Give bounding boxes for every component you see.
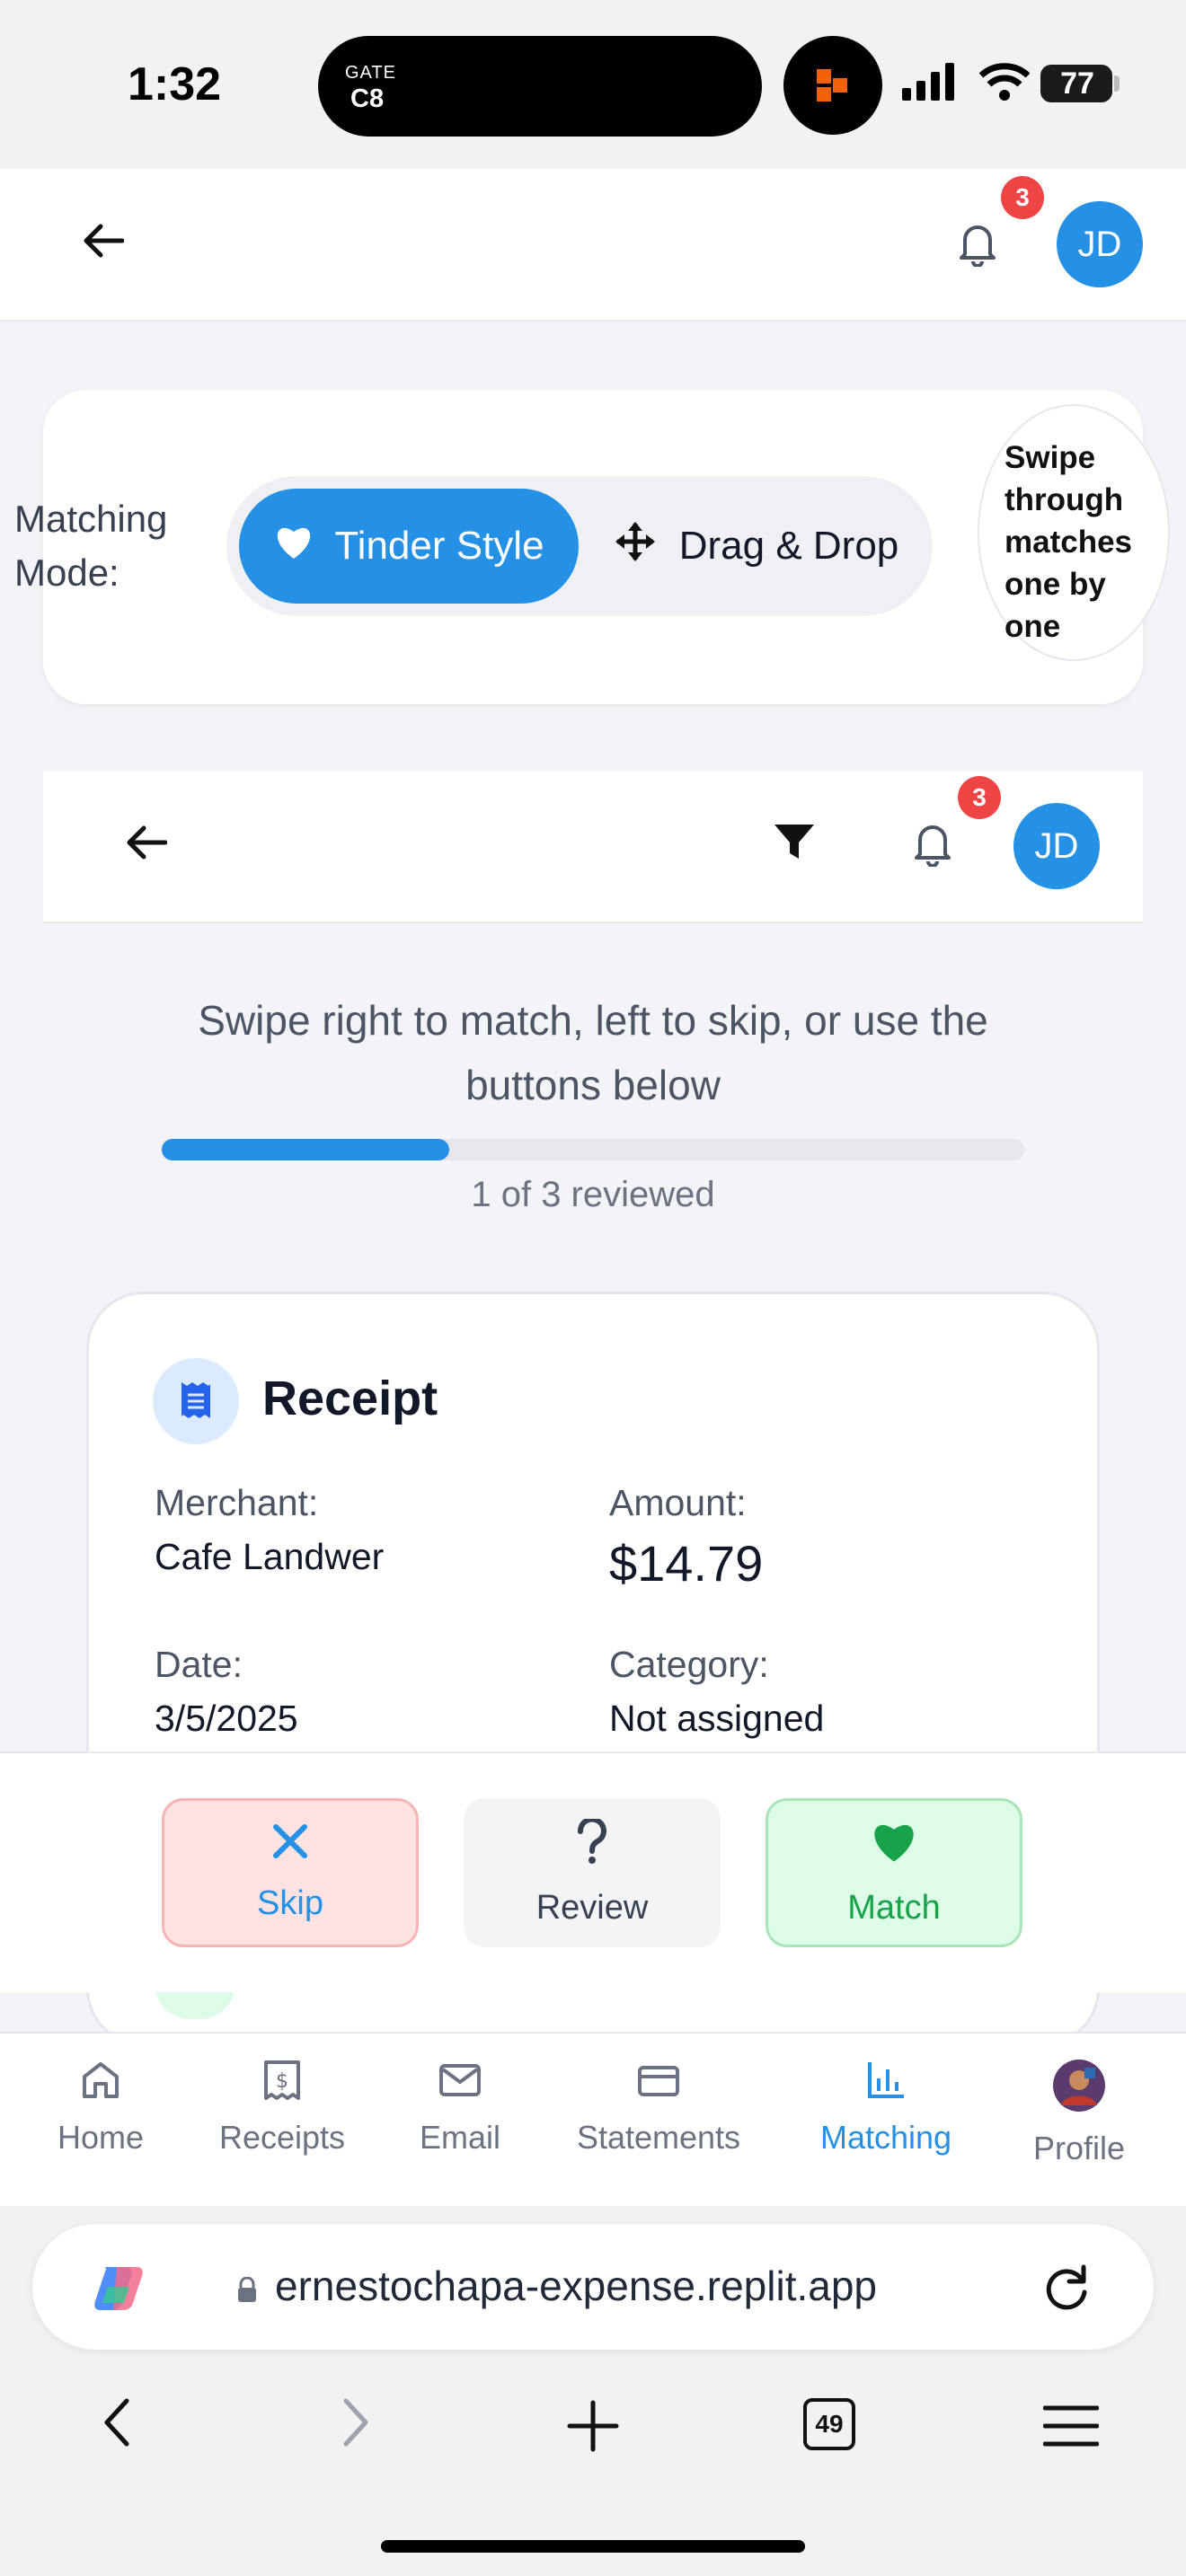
user-avatar[interactable]: JD — [1013, 803, 1100, 889]
tinder-style-label: Tinder Style — [334, 524, 544, 568]
filter-icon[interactable] — [766, 816, 823, 869]
battery-level: 77 — [1060, 66, 1094, 101]
nav-label: Matching — [819, 2119, 952, 2156]
question-icon — [576, 1815, 608, 1873]
receipt-icon: $ — [262, 2059, 302, 2110]
back-arrow-icon[interactable] — [115, 807, 178, 878]
battery-nub — [1114, 75, 1120, 92]
browser-back-icon[interactable] — [92, 2391, 142, 2454]
live-activity-value: C8 — [350, 84, 385, 113]
progress-text: 1 of 3 reviewed — [471, 1175, 715, 1214]
svg-text:$: $ — [276, 2070, 288, 2093]
status-time: 1:32 — [128, 58, 222, 110]
bell-icon[interactable] — [949, 212, 1006, 275]
live-activity-label: GATE — [345, 63, 396, 83]
url-text: ernestochapa-expense.replit.app — [275, 2263, 878, 2309]
dynamic-island — [318, 36, 762, 137]
swipe-instruction: Swipe right to match, left to skip, or u… — [198, 997, 988, 1108]
nav-label: Home — [57, 2119, 145, 2156]
nav-item-matching[interactable]: Matching — [807, 2059, 965, 2157]
browser-forward-icon[interactable] — [331, 2391, 381, 2454]
home-indicator — [381, 2540, 805, 2553]
nav-label: Profile — [1032, 2130, 1126, 2166]
progress-fill — [162, 1139, 449, 1160]
nav-item-statements[interactable]: Statements — [566, 2059, 751, 2157]
nav-item-receipts[interactable]: $ Receipts — [210, 2059, 354, 2157]
category-label: Category: — [609, 1644, 769, 1685]
lock-icon — [234, 2272, 261, 2308]
skip-button[interactable]: Skip — [162, 1798, 419, 1947]
notification-badge: 3 — [958, 776, 1001, 819]
profile-avatar — [1052, 2059, 1106, 2121]
tinder-style-button[interactable]: Tinder Style — [239, 489, 579, 604]
review-button[interactable]: Review — [464, 1798, 721, 1947]
skip-label: Skip — [257, 1883, 323, 1922]
home-icon — [79, 2059, 122, 2110]
drag-drop-button[interactable]: Drag & Drop — [593, 489, 920, 604]
copilot-icon[interactable] — [86, 2256, 151, 2321]
nav-item-email[interactable]: Email — [410, 2059, 510, 2157]
bell-icon[interactable] — [904, 812, 961, 875]
amount-value: $14.79 — [609, 1535, 764, 1592]
review-label: Review — [535, 1888, 649, 1927]
chart-icon — [864, 2059, 907, 2110]
matching-mode-label: Matching Mode: — [14, 498, 168, 594]
receipt-icon — [153, 1358, 239, 1444]
nav-item-profile[interactable]: Profile — [1022, 2059, 1136, 2167]
menu-icon[interactable] — [1035, 2395, 1107, 2457]
match-label: Match — [847, 1888, 941, 1927]
user-avatar[interactable]: JD — [1057, 201, 1143, 287]
mode-tooltip-text: Swipe through matches one by one — [1005, 440, 1133, 644]
move-icon — [615, 521, 656, 572]
amount-label: Amount: — [609, 1482, 747, 1523]
wifi-icon — [978, 63, 1031, 105]
mail-icon — [438, 2059, 482, 2110]
heart-icon — [869, 1819, 919, 1873]
merchant-value: Cafe Landwer — [155, 1536, 385, 1577]
nav-item-home[interactable]: Home — [45, 2059, 156, 2157]
back-arrow-icon[interactable] — [72, 205, 135, 277]
live-activity-app-icon — [783, 36, 882, 135]
close-icon — [272, 1823, 308, 1868]
cellular-signal-icon — [902, 63, 960, 105]
heart-icon — [273, 523, 314, 570]
category-value: Not assigned — [609, 1698, 825, 1739]
merchant-label: Merchant: — [155, 1482, 319, 1523]
reload-icon[interactable] — [1035, 2254, 1100, 2319]
tabs-button[interactable]: 49 — [803, 2398, 855, 2450]
nav-label: Statements — [576, 2119, 741, 2156]
nav-label: Receipts — [218, 2119, 346, 2156]
card-icon — [636, 2059, 681, 2110]
notification-badge: 3 — [1001, 176, 1044, 219]
nav-label: Email — [419, 2119, 501, 2156]
date-value: 3/5/2025 — [155, 1698, 298, 1739]
match-button[interactable]: Match — [766, 1798, 1022, 1947]
new-tab-icon[interactable] — [557, 2395, 629, 2457]
drag-drop-label: Drag & Drop — [678, 524, 899, 568]
date-label: Date: — [155, 1644, 243, 1685]
receipt-title: Receipt — [262, 1372, 438, 1425]
